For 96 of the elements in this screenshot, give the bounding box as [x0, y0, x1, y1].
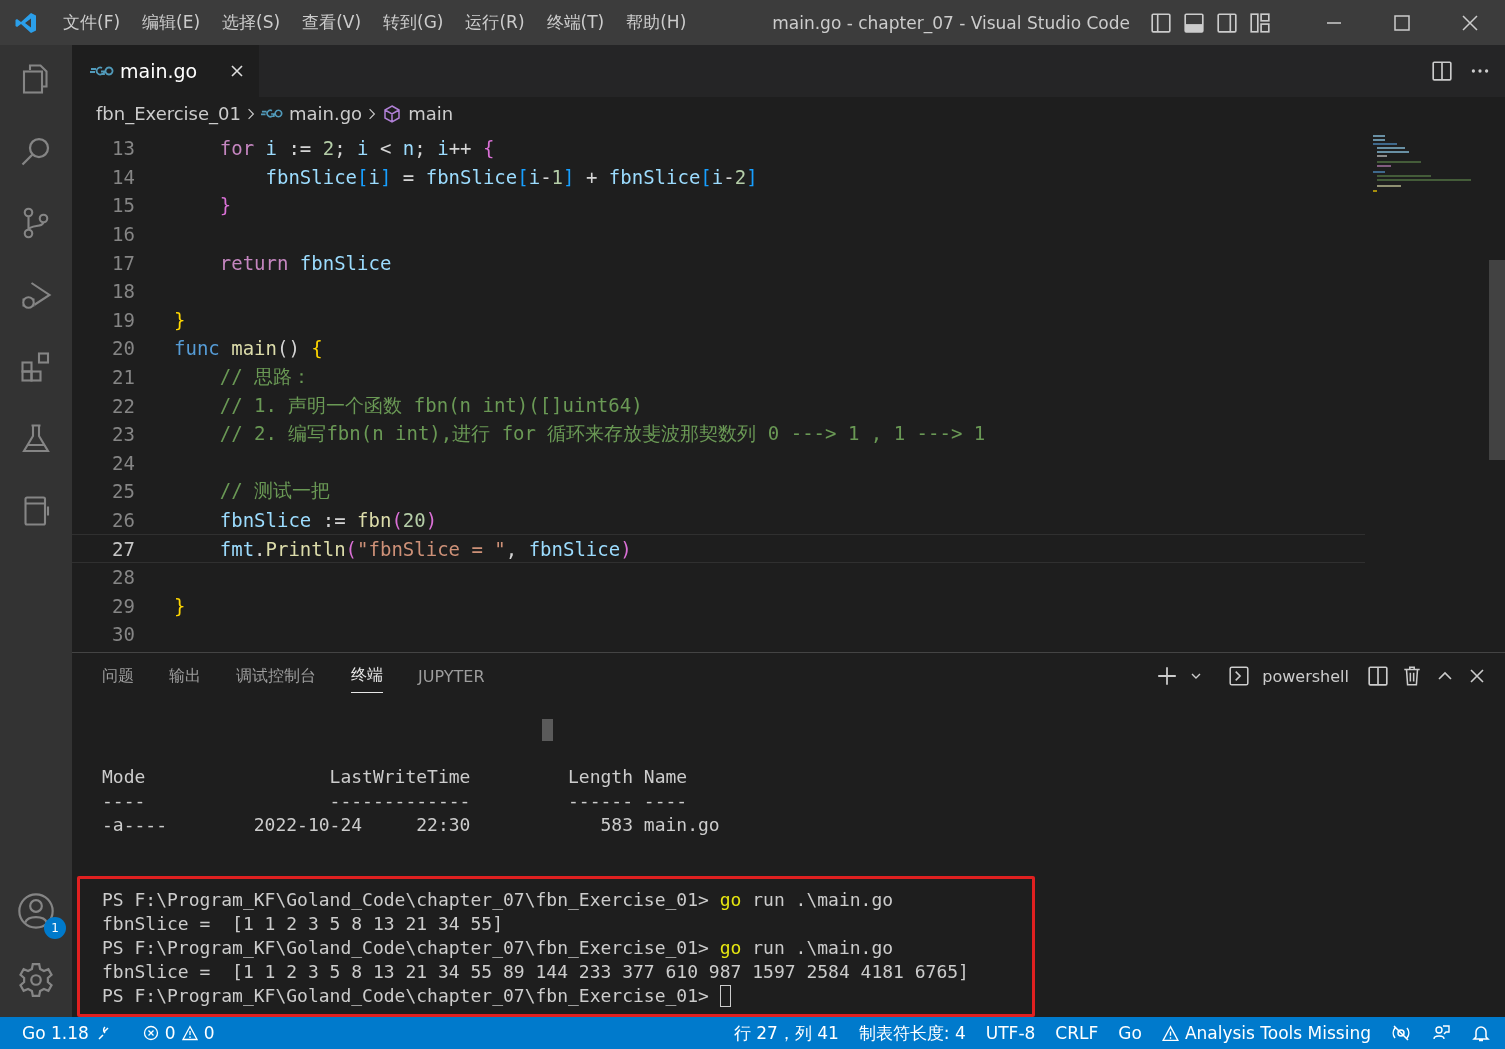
code-line: fmt.Println("fbnSlice = ", fbnSlice) [218, 537, 632, 560]
close-icon[interactable] [1460, 12, 1480, 33]
terminal-line: ---- ------------- ------ ---- [102, 789, 689, 813]
add-icon[interactable] [1156, 665, 1179, 687]
line-number: 13 [111, 137, 136, 160]
menu-item[interactable]: 查看(V) [302, 11, 362, 34]
error-icon[interactable] [142, 1025, 159, 1041]
line-number: 18 [111, 280, 136, 303]
line-number: 16 [111, 223, 136, 246]
go-version-status[interactable]: Go 1.18 [22, 1023, 89, 1043]
chevron-icon [247, 106, 255, 121]
menu-item[interactable]: 帮助(H) [626, 11, 687, 34]
menu-item[interactable]: 文件(F) [63, 11, 121, 34]
chevron-icon [368, 106, 377, 121]
window-title: main.go - chapter_07 - Visual Studio Code [772, 12, 1130, 33]
code-line: } [218, 194, 232, 217]
code-line: } [174, 594, 186, 617]
panel-tab[interactable]: 调试控制台 [236, 659, 316, 693]
split-terminal-icon[interactable] [1367, 665, 1389, 687]
maximize-icon[interactable] [1392, 12, 1412, 33]
terminal-line: fbnSlice = [1 1 2 3 5 8 13 21 34 55 89 144 233 377 610 987 1597 2584 4181 6765] [102, 960, 969, 984]
breadcrumb-item[interactable]: main.go [289, 103, 363, 124]
menu-item[interactable]: 编辑(E) [142, 11, 201, 34]
settings-icon[interactable] [17, 961, 55, 999]
notification-badge: 1 [44, 917, 66, 939]
bell-icon[interactable] [1471, 1023, 1491, 1043]
go-file-icon [261, 108, 283, 119]
line-number: 26 [111, 509, 136, 531]
line-number: 21 [111, 366, 136, 389]
terminal-line: PS F:\Program_KF\Goland_Code\chapter_07\fbn_Exercise_01> go run .\main.go [102, 936, 894, 960]
sidebar-toggle-icon[interactable] [1150, 11, 1172, 34]
breadcrumb-item[interactable]: fbn_Exercise_01 [96, 103, 241, 124]
terminal-cursor [719, 985, 731, 1007]
line-number: 17 [111, 251, 136, 274]
account-icon[interactable] [16, 891, 56, 931]
code-line: // 思路： [218, 364, 312, 390]
warning-icon[interactable] [181, 1025, 198, 1041]
layout-icon[interactable] [1249, 11, 1271, 34]
line-number: 25 [111, 480, 136, 503]
breadcrumb-item[interactable]: main [408, 103, 454, 124]
warning-icon[interactable] [1161, 1024, 1179, 1042]
panel-tab[interactable]: 终端 [351, 659, 383, 693]
code-line: return fbnSlice [218, 251, 392, 274]
code-line: } [174, 308, 186, 331]
menu-item[interactable]: 转到(G) [383, 11, 444, 34]
terminal-icon [1228, 665, 1251, 687]
panel-tab[interactable]: 输出 [169, 659, 201, 693]
warning-count[interactable]: 0 [203, 1023, 215, 1043]
app-logo-icon [14, 10, 38, 35]
menu-item[interactable]: 运行(R) [465, 11, 525, 34]
trash-icon[interactable] [1401, 665, 1423, 687]
scrollbar-thumb[interactable] [1489, 260, 1505, 460]
panel-tab[interactable]: 问题 [102, 659, 134, 693]
panel-tab[interactable]: JUPYTER [418, 660, 485, 692]
menu-item[interactable]: 选择(S) [222, 11, 281, 34]
cube-icon [382, 103, 403, 124]
panel-toggle-icon[interactable] [1183, 11, 1205, 34]
analysis-tools-status[interactable]: Analysis Tools Missing [1184, 1023, 1371, 1043]
code-line: func main() { [174, 337, 323, 360]
cursor-block [542, 719, 553, 741]
line-number: 19 [111, 308, 136, 331]
status-item[interactable]: CRLF [1055, 1023, 1099, 1043]
line-number: 14 [111, 165, 136, 188]
line-number: 28 [111, 566, 136, 589]
line-number: 22 [111, 394, 136, 417]
split-editor-icon[interactable] [1431, 60, 1453, 82]
status-item[interactable]: UTF-8 [985, 1023, 1036, 1043]
line-number: 23 [111, 423, 136, 446]
terminal-line: PS F:\Program_KF\Goland_Code\chapter_07\fbn_Exercise_01> [102, 984, 710, 1008]
close-icon[interactable] [229, 63, 246, 79]
status-item[interactable]: 制表符长度: 4 [858, 1021, 966, 1045]
status-item[interactable]: Go [1118, 1023, 1142, 1043]
code-line: // 1. 声明一个函数 fbn(n int)([]uint64) [218, 392, 643, 418]
terminal-line: fbnSlice = [1 1 2 3 5 8 13 21 34 55] [102, 912, 503, 936]
line-number: 30 [111, 623, 136, 646]
terminal-line: Mode LastWriteTime Length Name [102, 765, 689, 789]
go-file-icon [90, 65, 114, 77]
line-number: 15 [111, 194, 136, 217]
code-line: // 测试一把 [218, 478, 331, 504]
secondary-sidebar-icon[interactable] [1216, 11, 1238, 34]
broadcast-off-icon[interactable] [1391, 1023, 1411, 1043]
line-number: 20 [111, 337, 136, 360]
menu-item[interactable]: 终端(T) [546, 11, 605, 34]
line-number: 27 [111, 537, 136, 560]
line-number: 24 [111, 451, 136, 474]
code-line: // 2. 编写fbn(n int),进行 for 循环来存放斐波那契数列 0 ---> 1 , 1 ---> 1 [218, 421, 986, 447]
code-line: fbnSlice[i] = fbnSlice[i-1] + fbnSlice[i-2] [264, 165, 758, 188]
status-item[interactable]: 行 27，列 41 [733, 1021, 839, 1045]
error-count[interactable]: 0 [164, 1023, 176, 1043]
code-line: for i := 2; i < n; i++ { [218, 137, 495, 160]
terminal-selector[interactable]: powershell [1262, 666, 1349, 686]
terminal-line: PS F:\Program_KF\Goland_Code\chapter_07\fbn_Exercise_01> go run .\main.go [102, 888, 894, 912]
editor-tab[interactable]: main.go [72, 45, 260, 97]
code-line: fbnSlice := fbn(20) [218, 509, 438, 531]
line-number: 29 [111, 594, 136, 617]
terminal-line: -a---- 2022-10-24 22:30 583 main.go [102, 813, 721, 837]
